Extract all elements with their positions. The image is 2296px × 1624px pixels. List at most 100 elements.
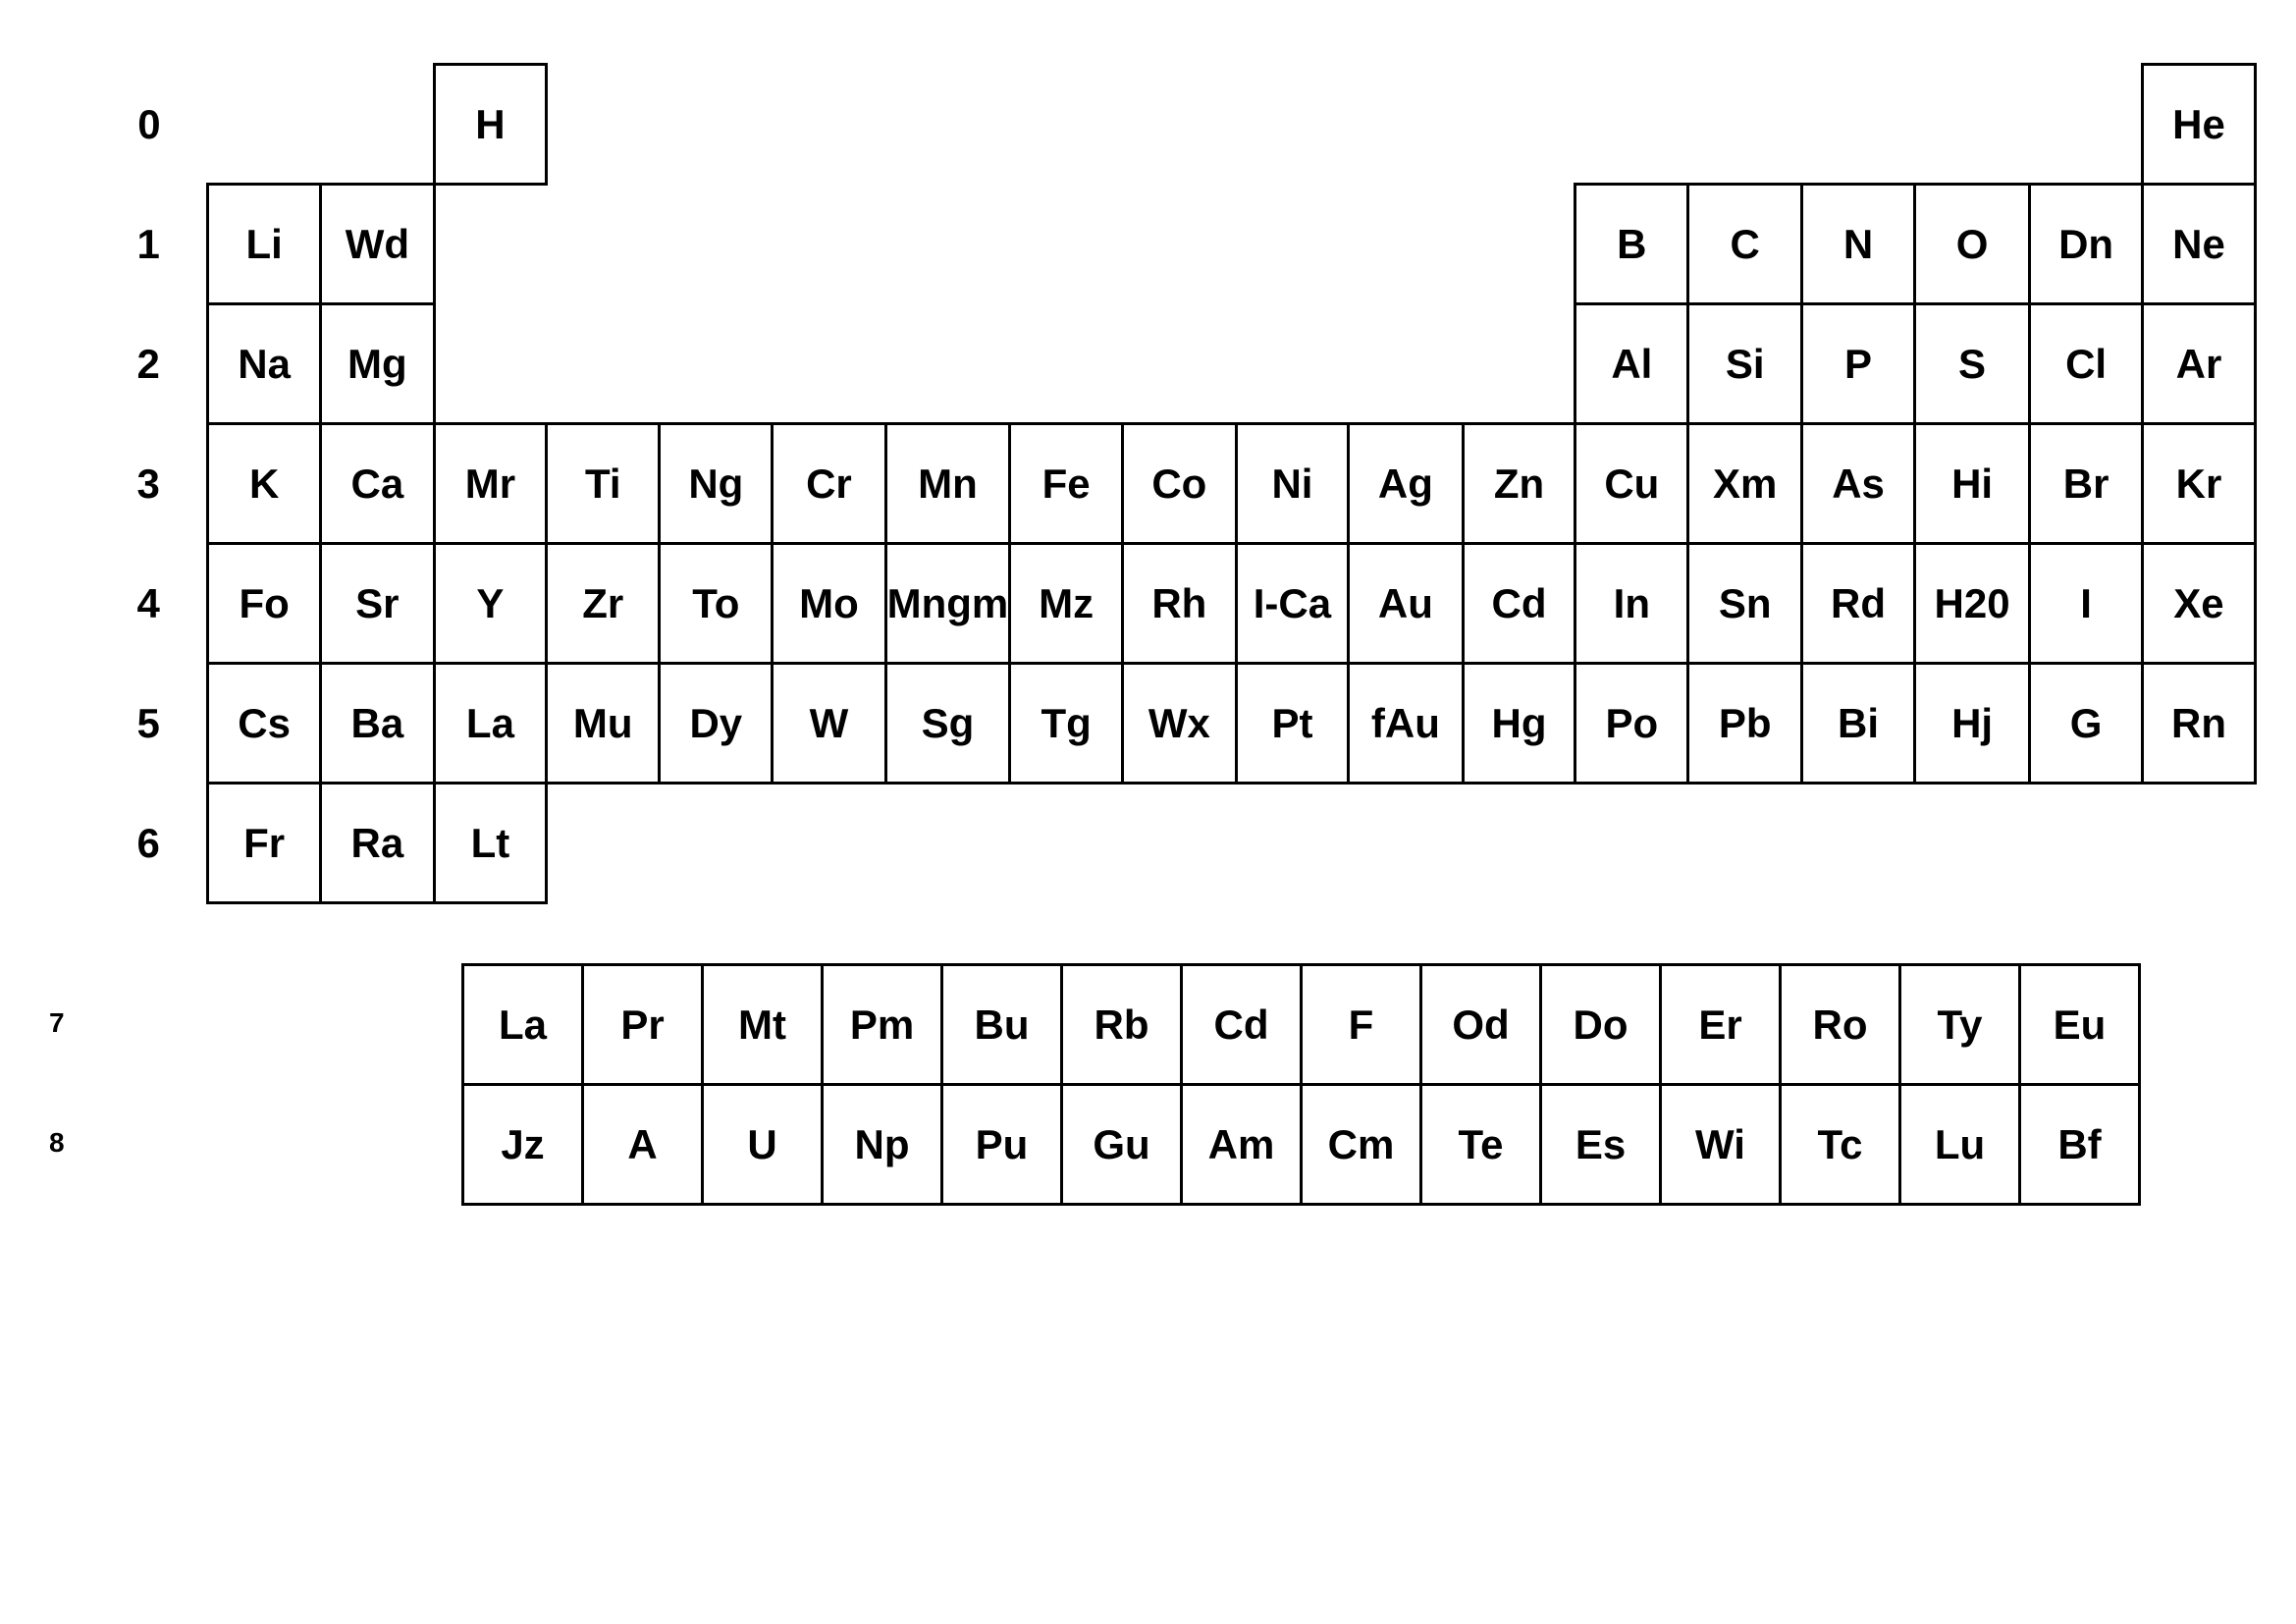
cell-r5-c13: Pb xyxy=(1688,664,1802,784)
cell-r0-c7 xyxy=(1010,65,1123,185)
cell-r1-c6 xyxy=(885,185,1010,304)
cell-r4-c2: Y xyxy=(434,544,546,664)
cell-r6-c10 xyxy=(1349,784,1463,903)
cell-r2-c6 xyxy=(885,304,1010,424)
bottom-cell-r1-c9: Es xyxy=(1541,1085,1661,1205)
cell-r2-c9 xyxy=(1236,304,1349,424)
cell-r0-c3 xyxy=(547,65,660,185)
cell-r1-c4 xyxy=(660,185,773,304)
periodic-table: 0HHe1LiWdBCNODnNe2NaMgAlSiPSClAr3KCaMrTi… xyxy=(39,59,2257,904)
bottom-row-label-0: 7 xyxy=(39,963,461,1083)
cell-r2-c4 xyxy=(660,304,773,424)
cell-r4-c17: Xe xyxy=(2142,544,2255,664)
bottom-cell-r0-c9: Do xyxy=(1541,965,1661,1085)
cell-r6-c17 xyxy=(2142,784,2255,903)
cell-r1-c3 xyxy=(547,185,660,304)
bottom-cell-r0-c12: Ty xyxy=(1900,965,2020,1085)
cell-r4-c12: In xyxy=(1575,544,1688,664)
bottom-cell-r1-c3: Np xyxy=(823,1085,942,1205)
bottom-cell-r1-c10: Wi xyxy=(1661,1085,1781,1205)
cell-r0-c16 xyxy=(2030,65,2143,185)
cell-r0-c15 xyxy=(1914,65,2029,185)
cell-r4-c6: Mngm xyxy=(885,544,1010,664)
cell-r6-c1: Ra xyxy=(320,784,434,903)
cell-r5-c6: Sg xyxy=(885,664,1010,784)
cell-r3-c0: K xyxy=(208,424,321,544)
cell-r1-c10 xyxy=(1349,185,1463,304)
cell-r2-c7 xyxy=(1010,304,1123,424)
cell-r1-c2 xyxy=(434,185,546,304)
bottom-cell-r0-c4: Bu xyxy=(942,965,1062,1085)
cell-r2-c1: Mg xyxy=(320,304,434,424)
bottom-row-label-1: 8 xyxy=(39,1083,461,1203)
cell-r1-c17: Ne xyxy=(2142,185,2255,304)
row-label-4: 4 xyxy=(98,544,208,664)
bottom-cell-r0-c0: La xyxy=(463,965,583,1085)
cell-r3-c11: Zn xyxy=(1463,424,1575,544)
cell-r6-c7 xyxy=(1010,784,1123,903)
cell-r4-c4: To xyxy=(660,544,773,664)
row-label-2: 2 xyxy=(98,304,208,424)
cell-r0-c4 xyxy=(660,65,773,185)
cell-r1-c7 xyxy=(1010,185,1123,304)
cell-r0-c0 xyxy=(208,65,321,185)
cell-r0-c13 xyxy=(1688,65,1802,185)
cell-r1-c8 xyxy=(1123,185,1237,304)
bottom-cell-r1-c4: Pu xyxy=(942,1085,1062,1205)
cell-r2-c14: P xyxy=(1802,304,1915,424)
cell-r1-c16: Dn xyxy=(2030,185,2143,304)
cell-r0-c17: He xyxy=(2142,65,2255,185)
bottom-cell-r1-c7: Cm xyxy=(1302,1085,1421,1205)
cell-r3-c15: Hi xyxy=(1914,424,2029,544)
cell-r1-c5 xyxy=(773,185,885,304)
cell-r1-c12: B xyxy=(1575,185,1688,304)
cell-r6-c14 xyxy=(1802,784,1915,903)
cell-r0-c10 xyxy=(1349,65,1463,185)
cell-r0-c6 xyxy=(885,65,1010,185)
cell-r3-c12: Cu xyxy=(1575,424,1688,544)
cell-r1-c13: C xyxy=(1688,185,1802,304)
cell-r0-c11 xyxy=(1463,65,1575,185)
cell-r4-c10: Au xyxy=(1349,544,1463,664)
bottom-cell-r0-c8: Od xyxy=(1421,965,1541,1085)
cell-r2-c12: Al xyxy=(1575,304,1688,424)
row-label-6: 6 xyxy=(98,784,208,903)
bottom-cell-r0-c11: Ro xyxy=(1781,965,1900,1085)
bottom-cell-r0-c7: F xyxy=(1302,965,1421,1085)
cell-r2-c11 xyxy=(1463,304,1575,424)
cell-r2-c13: Si xyxy=(1688,304,1802,424)
cell-r6-c6 xyxy=(885,784,1010,903)
cell-r5-c0: Cs xyxy=(208,664,321,784)
cell-r0-c2: H xyxy=(434,65,546,185)
bottom-cell-r0-c2: Mt xyxy=(703,965,823,1085)
cell-r5-c2: La xyxy=(434,664,546,784)
cell-r5-c7: Tg xyxy=(1010,664,1123,784)
cell-r6-c5 xyxy=(773,784,885,903)
cell-r2-c16: Cl xyxy=(2030,304,2143,424)
cell-r6-c15 xyxy=(1914,784,2029,903)
bottom-cell-r0-c1: Pr xyxy=(583,965,703,1085)
bottom-cell-r1-c5: Gu xyxy=(1062,1085,1182,1205)
row-label-0: 0 xyxy=(98,65,208,185)
cell-r5-c8: Wx xyxy=(1123,664,1237,784)
cell-r5-c11: Hg xyxy=(1463,664,1575,784)
bottom-cell-r1-c12: Lu xyxy=(1900,1085,2020,1205)
row-label-5: 5 xyxy=(98,664,208,784)
cell-r0-c14 xyxy=(1802,65,1915,185)
cell-r4-c14: Rd xyxy=(1802,544,1915,664)
cell-r3-c3: Ti xyxy=(547,424,660,544)
cell-r4-c15: H20 xyxy=(1914,544,2029,664)
cell-r6-c16 xyxy=(2030,784,2143,903)
cell-r0-c12 xyxy=(1575,65,1688,185)
cell-r3-c5: Cr xyxy=(773,424,885,544)
cell-r2-c15: S xyxy=(1914,304,2029,424)
bottom-cell-r1-c8: Te xyxy=(1421,1085,1541,1205)
cell-r3-c8: Co xyxy=(1123,424,1237,544)
bottom-cell-r1-c6: Am xyxy=(1182,1085,1302,1205)
cell-r1-c11 xyxy=(1463,185,1575,304)
cell-r5-c4: Dy xyxy=(660,664,773,784)
cell-r4-c3: Zr xyxy=(547,544,660,664)
cell-r4-c11: Cd xyxy=(1463,544,1575,664)
bottom-cell-r0-c3: Pm xyxy=(823,965,942,1085)
cell-r1-c14: N xyxy=(1802,185,1915,304)
